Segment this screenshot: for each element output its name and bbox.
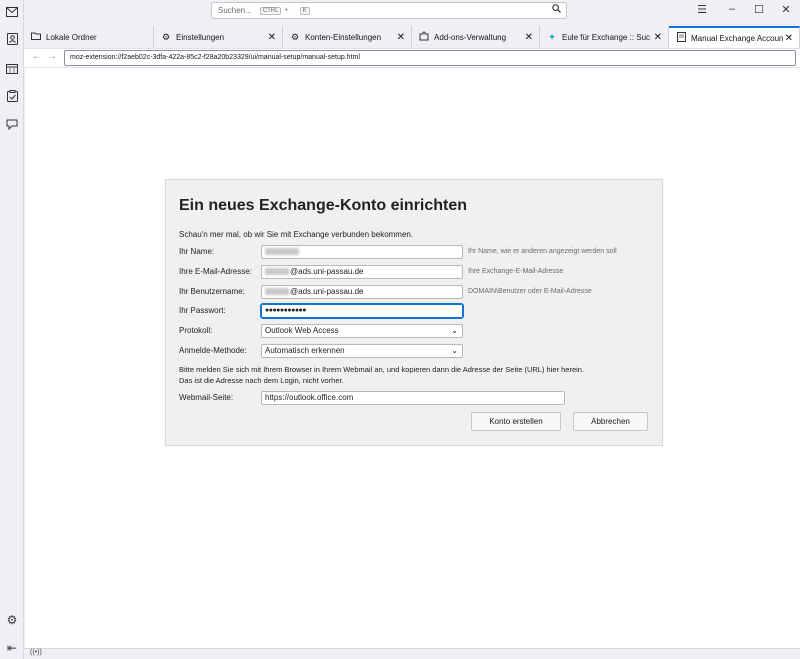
close-window-icon[interactable]: ✕ bbox=[778, 3, 794, 19]
spaces-toolbar: ⚙ ⇤ bbox=[0, 0, 24, 659]
tab-label: Lokale Ordner bbox=[46, 32, 97, 42]
tab-label: Einstellungen bbox=[176, 32, 225, 42]
dialog-title: Ein neues Exchange-Konto einrichten bbox=[179, 197, 468, 214]
shortcut-plus: + bbox=[284, 7, 289, 14]
settings-gear-icon[interactable]: ⚙ bbox=[4, 612, 20, 628]
puzzle-icon bbox=[418, 31, 430, 43]
password-label: Ihr Passwort: bbox=[179, 306, 226, 315]
tab-addons-verwaltung[interactable]: Add-ons-Verwaltung ✕ bbox=[412, 26, 540, 48]
calendar-icon[interactable] bbox=[4, 60, 20, 76]
chevron-down-icon: ⌄ bbox=[451, 326, 458, 335]
email-domain: @ads.uni-passau.de bbox=[290, 267, 364, 276]
close-tab-icon[interactable]: ✕ bbox=[268, 32, 276, 43]
back-arrow-icon[interactable]: ← bbox=[32, 51, 42, 62]
shortcut-key: CTRL bbox=[259, 6, 282, 15]
exchange-setup-dialog: Ein neues Exchange-Konto einrichten Scha… bbox=[165, 179, 663, 446]
page-icon bbox=[675, 32, 687, 44]
close-tab-icon[interactable]: ✕ bbox=[397, 32, 405, 43]
username-domain: @ads.uni-passau.de bbox=[290, 287, 364, 296]
gear-icon: ⚙ bbox=[161, 31, 171, 42]
address-book-icon[interactable] bbox=[4, 31, 20, 47]
redacted-username bbox=[265, 288, 289, 296]
username-hint: DOMAIN\Benutzer oder E-Mail-Adresse bbox=[468, 288, 592, 295]
tab-eule-suche[interactable]: ✦ Eule für Exchange :: Suche ✕ bbox=[540, 26, 669, 48]
tab-einstellungen[interactable]: ⚙ Einstellungen ✕ bbox=[154, 26, 283, 48]
tab-label: Konten-Einstellungen bbox=[305, 32, 382, 42]
email-label: Ihre E-Mail-Adresse: bbox=[179, 267, 252, 276]
create-account-button[interactable]: Konto erstellen bbox=[471, 412, 561, 431]
webmail-info-line2: Das ist die Adresse nach dem Login, nich… bbox=[179, 376, 344, 385]
title-bar: Suchen... CTRL + K ☰ – ☐ ✕ bbox=[24, 0, 800, 22]
login-method-value: Automatisch erkennen bbox=[265, 346, 345, 355]
tab-manual-exchange-account[interactable]: Manual Exchange Account ✕ bbox=[669, 26, 800, 48]
name-label: Ihr Name: bbox=[179, 247, 215, 256]
close-tab-icon[interactable]: ✕ bbox=[525, 32, 533, 43]
cancel-button[interactable]: Abbrechen bbox=[573, 412, 648, 431]
password-field[interactable]: ●●●●●●●●●●● bbox=[260, 303, 464, 319]
minimize-icon[interactable]: – bbox=[724, 3, 740, 19]
chevron-down-icon: ⌄ bbox=[451, 346, 458, 355]
gear-icon: ⚙ bbox=[290, 31, 300, 42]
email-field[interactable]: @ads.uni-passau.de bbox=[261, 265, 463, 279]
dialog-intro: Schau'n mer mal, ob wir Sie mit Exchange… bbox=[179, 230, 414, 239]
protocol-select[interactable]: Outlook Web Access ⌄ bbox=[261, 324, 463, 338]
folder-icon bbox=[30, 32, 42, 42]
url-field[interactable]: moz-extension://f2aeb02c-3dfa-422a-85c2-… bbox=[64, 50, 796, 66]
tab-bar: Lokale Ordner ⚙ Einstellungen ✕ ⚙ Konten… bbox=[24, 26, 800, 48]
navigation-bar: ← → moz-extension://f2aeb02c-3dfa-422a-8… bbox=[24, 48, 800, 68]
login-method-select[interactable]: Automatisch erkennen ⌄ bbox=[261, 344, 463, 358]
email-hint: Ihre Exchange-E-Mail-Adresse bbox=[468, 268, 564, 275]
close-tab-icon[interactable]: ✕ bbox=[785, 33, 793, 44]
close-tab-icon[interactable]: ✕ bbox=[654, 32, 662, 43]
tab-label: Eule für Exchange :: Suche bbox=[562, 32, 650, 42]
username-label: Ihr Benutzername: bbox=[179, 287, 245, 296]
webmail-info-line1: Bitte melden Sie sich mit Ihrem Browser … bbox=[179, 365, 585, 374]
app-menu-icon[interactable]: ☰ bbox=[694, 3, 710, 19]
webmail-label: Webmail-Seite: bbox=[179, 393, 234, 402]
username-field[interactable]: @ads.uni-passau.de bbox=[261, 285, 463, 299]
search-placeholder: Suchen... bbox=[218, 6, 252, 15]
redacted-email-user bbox=[265, 268, 289, 276]
webmail-url-field[interactable]: https://outlook.office.com bbox=[261, 391, 565, 405]
collapse-sidebar-icon[interactable]: ⇤ bbox=[4, 640, 20, 656]
protocol-value: Outlook Web Access bbox=[265, 326, 339, 335]
protocol-label: Protokoll: bbox=[179, 326, 213, 335]
tab-lokale-ordner[interactable]: Lokale Ordner bbox=[24, 26, 154, 48]
online-status-icon[interactable]: ((•)) bbox=[30, 649, 42, 656]
status-bar: ((•)) bbox=[24, 648, 800, 659]
redacted-name bbox=[265, 248, 299, 256]
forward-arrow-icon[interactable]: → bbox=[47, 51, 57, 62]
search-icon[interactable] bbox=[552, 4, 561, 16]
tasks-icon[interactable] bbox=[4, 88, 20, 104]
maximize-icon[interactable]: ☐ bbox=[751, 3, 767, 19]
owl-icon: ✦ bbox=[548, 31, 556, 42]
global-search-input[interactable]: Suchen... CTRL + K bbox=[211, 2, 567, 19]
name-field[interactable] bbox=[261, 245, 463, 259]
shortcut-letter: K bbox=[299, 6, 310, 15]
chat-icon[interactable] bbox=[4, 116, 20, 132]
tab-konten-einstellungen[interactable]: ⚙ Konten-Einstellungen ✕ bbox=[283, 26, 412, 48]
mail-icon[interactable] bbox=[4, 4, 20, 20]
page-content: Ein neues Exchange-Konto einrichten Scha… bbox=[25, 68, 800, 648]
tab-label: Manual Exchange Account bbox=[691, 33, 783, 43]
login-method-label: Anmelde-Methode: bbox=[179, 346, 247, 355]
tab-label: Add-ons-Verwaltung bbox=[434, 32, 507, 42]
name-hint: Ihr Name, wie er anderen angezeigt werde… bbox=[468, 248, 617, 255]
